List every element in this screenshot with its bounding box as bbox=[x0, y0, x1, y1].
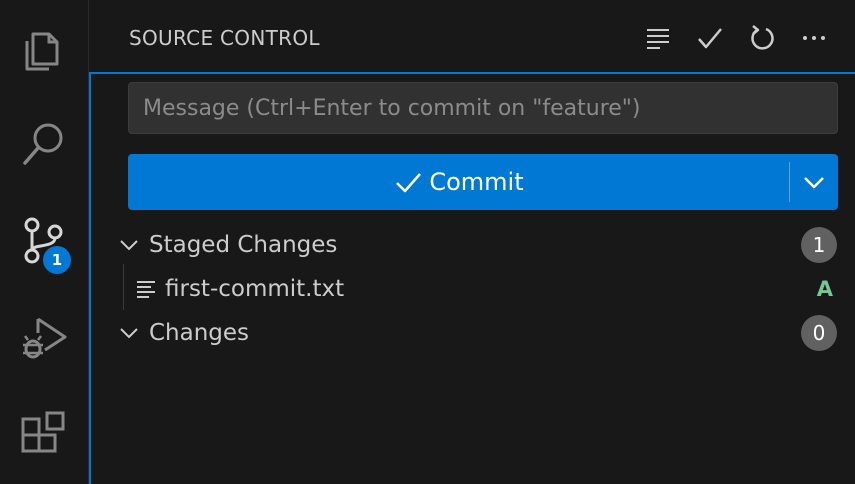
checkmark-icon bbox=[396, 173, 422, 193]
commit-button-group: Commit bbox=[128, 154, 838, 210]
more-actions-button[interactable] bbox=[796, 20, 832, 56]
group-label: Changes bbox=[149, 320, 250, 346]
more-actions-icon bbox=[803, 36, 825, 40]
group-label: Staged Changes bbox=[149, 232, 338, 258]
file-status-added: A bbox=[816, 277, 833, 301]
source-control-view: SOURCE CONTROL Message (Ctrl+Enter to co… bbox=[89, 0, 855, 484]
chevron-down-icon bbox=[120, 328, 138, 339]
file-row[interactable]: first-commit.txt A bbox=[91, 267, 855, 311]
commit-button-label: Commit bbox=[429, 168, 524, 196]
group-staged-changes[interactable]: Staged Changes 1 bbox=[91, 223, 855, 267]
scm-panel: Commit Staged Changes 1 bbox=[89, 72, 855, 484]
group-count-badge: 0 bbox=[801, 315, 837, 351]
activity-extensions[interactable] bbox=[0, 390, 88, 478]
refresh-button[interactable] bbox=[744, 20, 780, 56]
file-name: first-commit.txt bbox=[165, 276, 345, 302]
commit-check-icon bbox=[698, 28, 722, 49]
activity-bar: 1 bbox=[0, 0, 89, 484]
activity-search[interactable] bbox=[0, 100, 88, 188]
view-as-tree-icon bbox=[647, 29, 669, 49]
run-debug-icon bbox=[23, 317, 67, 359]
view-header: SOURCE CONTROL bbox=[89, 0, 855, 72]
activity-source-control[interactable] bbox=[0, 196, 88, 284]
refresh-icon bbox=[751, 25, 774, 50]
scm-count-badge: 1 bbox=[41, 244, 73, 276]
group-changes[interactable]: Changes 0 bbox=[91, 311, 855, 355]
view-title: SOURCE CONTROL bbox=[129, 26, 320, 50]
view-as-tree-button[interactable] bbox=[640, 20, 676, 56]
text-file-icon bbox=[137, 281, 155, 298]
activity-explorer[interactable] bbox=[0, 4, 88, 92]
chevron-down-icon bbox=[804, 177, 824, 189]
commit-message-input[interactable] bbox=[128, 82, 838, 134]
activity-run-debug[interactable] bbox=[0, 292, 88, 380]
chevron-down-icon bbox=[120, 240, 138, 251]
commit-button[interactable]: Commit bbox=[128, 154, 789, 210]
files-icon bbox=[25, 32, 59, 71]
search-icon bbox=[23, 123, 63, 165]
commit-dropdown-button[interactable] bbox=[790, 154, 838, 210]
extensions-icon bbox=[21, 411, 65, 453]
commit-check-button[interactable] bbox=[692, 20, 728, 56]
group-count-badge: 1 bbox=[801, 227, 837, 263]
